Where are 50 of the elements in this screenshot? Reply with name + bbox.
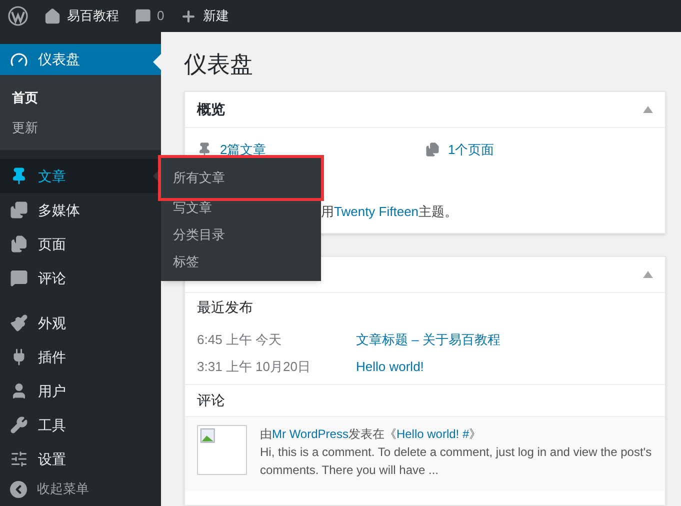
author-link[interactable]: Mr WordPress: [272, 427, 348, 441]
comment-icon: [10, 269, 28, 288]
sidebar-item[interactable]: 多媒体: [0, 193, 161, 228]
post-link[interactable]: Hello world!: [356, 356, 424, 376]
broken-image-icon: [197, 425, 247, 475]
new-link[interactable]: 新建: [180, 6, 230, 26]
comment-icon: [135, 8, 151, 24]
stat-link[interactable]: 1个页面: [425, 140, 653, 160]
wrench-icon: [10, 416, 28, 434]
sliders-icon: [10, 450, 28, 468]
sidebar-item[interactable]: 文章: [0, 159, 161, 194]
comment-excerpt: Hi, this is a comment. To delete a comment, just log in and view the post's comments. There you will have ...: [260, 444, 653, 479]
media-icon: [10, 201, 28, 220]
section-heading: 最近发布: [197, 298, 254, 317]
sidebar-item[interactable]: 页面: [0, 227, 161, 262]
user-icon: [10, 382, 28, 400]
submenu-item[interactable]: 首页: [0, 83, 161, 113]
collapse-toggle-icon[interactable]: [643, 271, 653, 278]
panel-title: 概览: [197, 100, 225, 119]
post-link[interactable]: 文章标题 – 关于易百教程: [356, 330, 500, 350]
paintbrush-icon: [10, 314, 28, 332]
comments-link[interactable]: 0: [135, 6, 164, 26]
plus-icon: [180, 8, 198, 24]
sidebar-item[interactable]: 用户: [0, 374, 161, 408]
collapse-menu-button[interactable]: 收起菜单: [0, 476, 161, 502]
sidebar-item[interactable]: 插件: [0, 340, 161, 374]
submenu-item[interactable]: 更新: [0, 112, 161, 142]
home-icon: [44, 8, 61, 24]
post-date: 6:45 上午 今天: [197, 330, 283, 349]
post-link[interactable]: Hello world! #: [396, 427, 470, 441]
page-title: 仪表盘: [184, 50, 254, 79]
theme-link[interactable]: Twenty Fifteen: [334, 204, 419, 218]
pages-icon: [10, 235, 28, 254]
pages-icon: [425, 142, 440, 158]
gauge-icon: [10, 50, 28, 69]
post-date: 3:31 上午 10月20日: [197, 358, 312, 376]
collapse-icon: [10, 480, 27, 498]
flyout-item[interactable]: 分类目录: [161, 221, 321, 248]
sidebar-item[interactable]: 设置: [0, 442, 161, 476]
comment-meta: 由Mr WordPress发表在《Hello world! #》: [260, 426, 482, 443]
sidebar-item[interactable]: 仪表盘: [0, 44, 161, 76]
wordpress-logo-icon[interactable]: [8, 6, 28, 26]
collapse-toggle-icon[interactable]: [643, 106, 653, 113]
sidebar-item[interactable]: 工具: [0, 408, 161, 442]
sidebar-item[interactable]: 外观: [0, 306, 161, 340]
site-name-link[interactable]: 易百教程: [44, 6, 119, 26]
sidebar-item[interactable]: 评论: [0, 261, 161, 296]
pin-icon: [197, 142, 212, 158]
pin-icon: [10, 167, 28, 186]
flyout-item[interactable]: 标签: [161, 248, 321, 275]
